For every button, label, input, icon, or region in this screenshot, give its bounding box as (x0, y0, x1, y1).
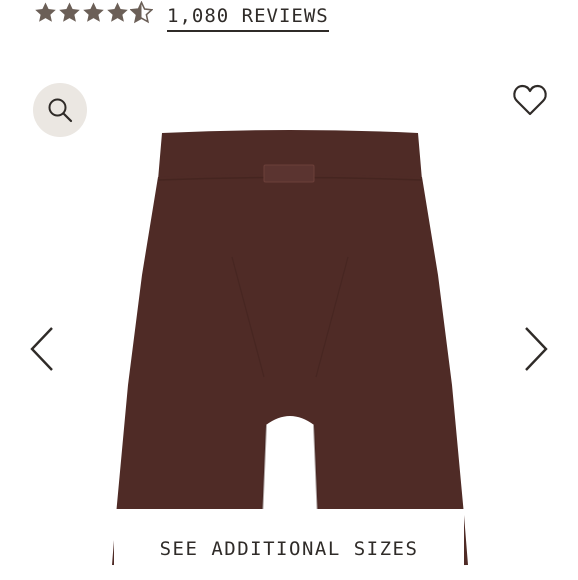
star-rating (34, 1, 153, 24)
search-icon (48, 98, 73, 123)
star-icon (83, 2, 104, 22)
zoom-button[interactable] (33, 83, 87, 137)
heart-icon (513, 84, 547, 116)
star-icon (35, 2, 56, 22)
wishlist-button[interactable] (512, 83, 548, 117)
star-icon (107, 2, 128, 22)
chevron-right-icon (525, 327, 548, 371)
see-additional-sizes-label: SEE ADDITIONAL SIZES (159, 537, 419, 560)
star-icon (59, 2, 80, 22)
half-star-icon (130, 1, 153, 24)
see-additional-sizes-button[interactable]: SEE ADDITIONAL SIZES (114, 509, 464, 580)
previous-image-button[interactable] (26, 324, 56, 374)
chevron-left-icon (30, 327, 53, 371)
next-image-button[interactable] (522, 324, 552, 374)
reviews-link[interactable]: 1,080 REVIEWS (167, 5, 329, 32)
product-gallery-page: 1,080 REVIEWS SEE ADDITIONAL SIZES (0, 0, 578, 580)
rating-row: 1,080 REVIEWS (34, 0, 329, 34)
